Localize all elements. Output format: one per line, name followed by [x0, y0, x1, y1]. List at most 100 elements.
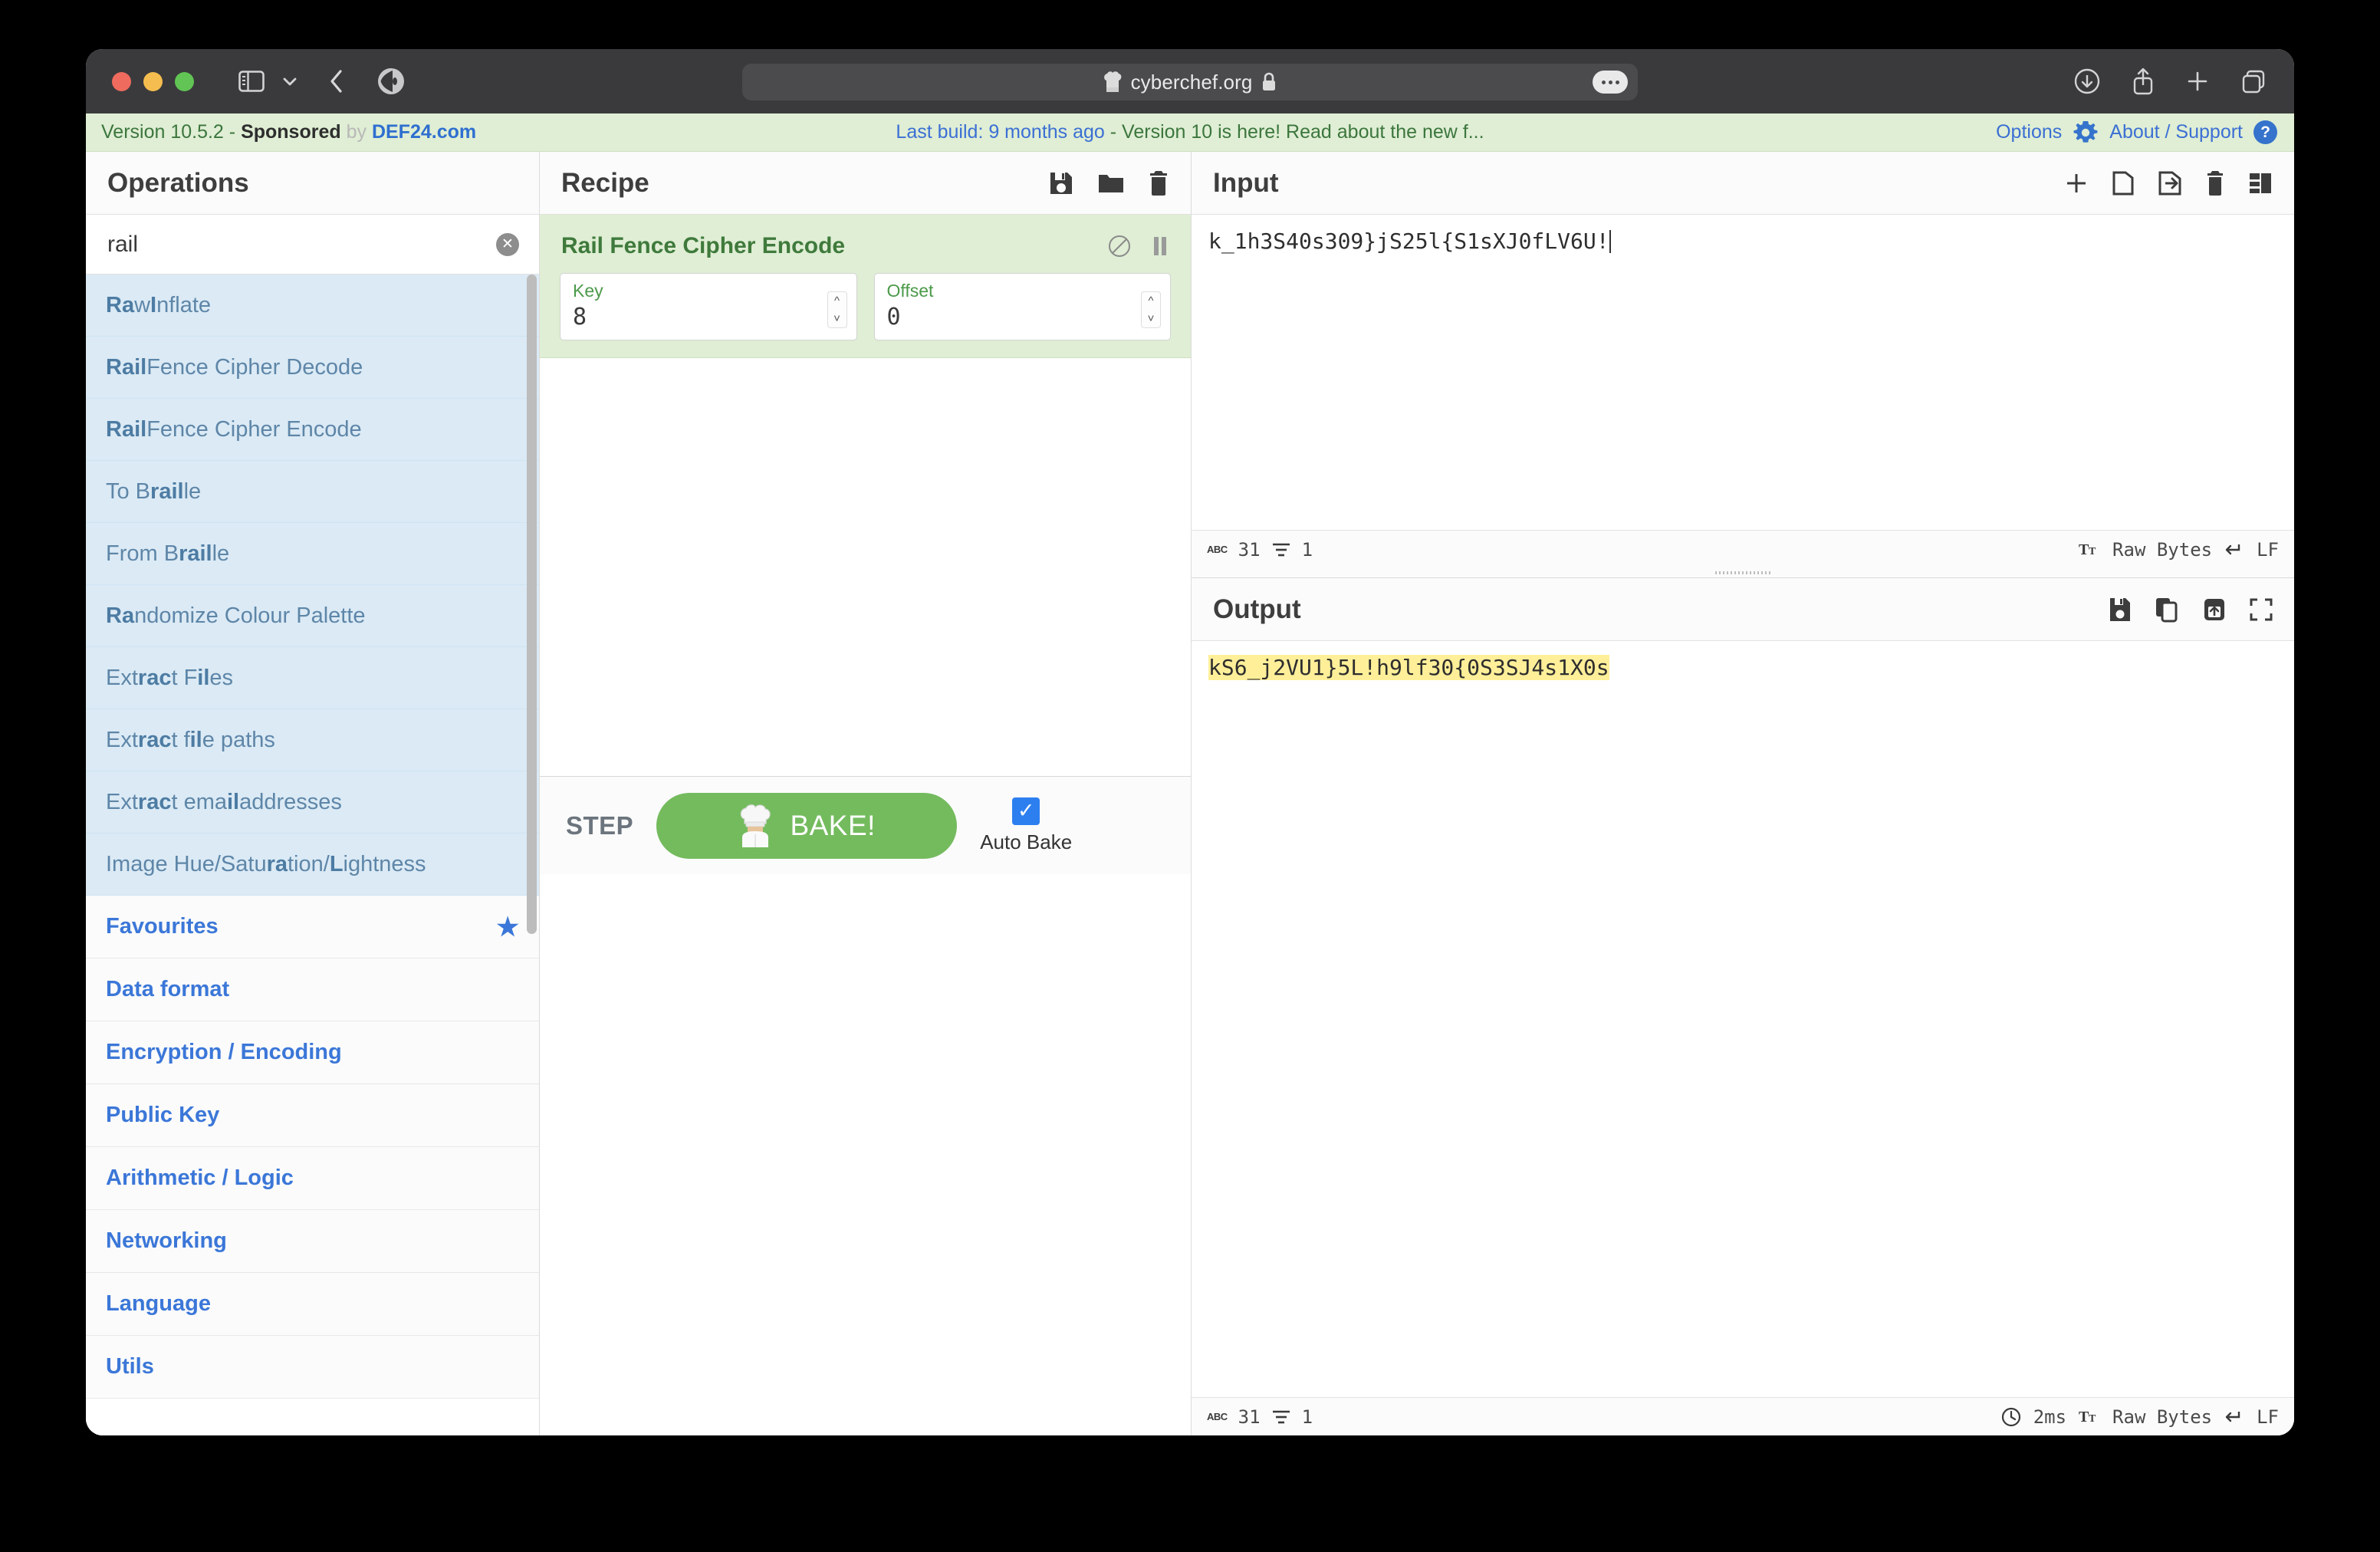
open-folder-icon[interactable]: [2112, 170, 2135, 196]
operation-result-item[interactable]: Rail Fence Cipher Encode: [86, 399, 539, 461]
operation-result-item[interactable]: To Brail le: [86, 461, 539, 523]
recipe-toolbar: [1048, 170, 1191, 196]
chef-icon: [738, 804, 773, 848]
new-tab-icon[interactable]: [2185, 69, 2210, 94]
clear-search-icon[interactable]: ✕: [496, 232, 519, 256]
argument-key[interactable]: Key 8 ^ ˅: [560, 273, 857, 340]
output-encoding-label[interactable]: Raw Bytes: [2112, 1406, 2212, 1428]
character-encoding-icon[interactable]: TT: [2079, 541, 2100, 559]
clear-recipe-trash-icon[interactable]: [1148, 170, 1169, 196]
input-textarea[interactable]: k_1h3S40s309}jS25l{S1sXJ0fLV6U!: [1192, 215, 2294, 530]
share-icon[interactable]: [2132, 67, 2155, 96]
category-item-data-format[interactable]: Data format: [86, 958, 539, 1021]
about-support-button-label[interactable]: About / Support: [2109, 121, 2243, 143]
last-build-link[interactable]: Last build: 9 months ago: [896, 121, 1104, 143]
category-item-favourites[interactable]: Favourites ★: [86, 896, 539, 958]
argument-value[interactable]: 8: [573, 304, 846, 330]
add-input-tab-icon[interactable]: [2064, 171, 2089, 196]
sponsor-link[interactable]: DEF24.com: [372, 121, 476, 143]
category-item-utils[interactable]: Utils: [86, 1336, 539, 1399]
build-notice-text[interactable]: - Version 10 is here! Read about the new…: [1105, 121, 1484, 143]
output-panel-title: Output: [1192, 578, 2294, 641]
input-tabs-layout-icon[interactable]: [2248, 172, 2273, 195]
replace-input-with-output-icon[interactable]: [2202, 597, 2227, 623]
output-textarea[interactable]: kS6_j2VU1}5L!h9lf30{0S3SJ4s1X0s: [1192, 641, 2294, 1397]
downloads-icon[interactable]: [2073, 67, 2101, 95]
operations-scrollbar[interactable]: [527, 275, 537, 934]
category-item-language[interactable]: Language: [86, 1273, 539, 1336]
banner-version: Version 10.5.2 - Sponsored by DEF24.com: [101, 121, 476, 143]
operation-result-item[interactable]: From Brail le: [86, 523, 539, 585]
disable-operation-icon[interactable]: [1108, 235, 1131, 258]
output-line-ending-label[interactable]: LF: [2257, 1406, 2279, 1428]
zoom-window-button[interactable]: [175, 71, 194, 91]
match-highlight: rac: [137, 665, 172, 690]
operation-label-part: le: [183, 478, 202, 504]
chevron-down-icon[interactable]: [281, 75, 298, 87]
auto-bake-checkbox[interactable]: ✓: [1012, 797, 1040, 825]
step-button[interactable]: STEP: [566, 811, 633, 840]
recipe-operation-arguments: Key 8 ^ ˅ Offset 0 ^ ˅: [540, 265, 1191, 340]
address-bar-menu-button[interactable]: [1593, 71, 1628, 94]
recipe-operation-card[interactable]: Rail Fence Cipher Encode Key 8 ^ ˅ Offse…: [540, 215, 1191, 358]
io-splitter[interactable]: [1192, 568, 2294, 577]
category-item-encryption-encoding[interactable]: Encryption / Encoding: [86, 1021, 539, 1084]
stepper-down-icon[interactable]: ˅: [1148, 313, 1155, 324]
argument-value[interactable]: 0: [887, 304, 1160, 330]
search-input[interactable]: [106, 230, 519, 258]
operation-label-part: Fence Cipher Encode: [146, 416, 362, 442]
open-folder-as-input-icon[interactable]: [2158, 170, 2182, 196]
gear-icon[interactable]: [2073, 120, 2099, 146]
input-encoding-label[interactable]: Raw Bytes: [2112, 539, 2212, 561]
operation-label-part: ightness: [343, 851, 426, 876]
address-bar[interactable]: cyberchef.org: [742, 64, 1638, 100]
back-icon[interactable]: [327, 68, 346, 94]
output-character-count: 31: [1238, 1406, 1261, 1428]
minimize-window-button[interactable]: [143, 71, 163, 91]
operation-result-item[interactable]: Ext rac t f il e paths: [86, 709, 539, 771]
stepper-up-icon[interactable]: ^: [834, 295, 840, 307]
bake-button[interactable]: BAKE!: [656, 792, 958, 859]
recipe-panel-title: Recipe: [540, 152, 1191, 215]
maximize-output-icon[interactable]: [2250, 598, 2273, 621]
stepper-down-icon[interactable]: ˅: [833, 313, 840, 324]
load-recipe-folder-icon[interactable]: [1097, 172, 1125, 195]
category-item-networking[interactable]: Networking: [86, 1210, 539, 1273]
operation-result-item[interactable]: Ext rac t ema il addresses: [86, 771, 539, 834]
operation-result-item[interactable]: Image Hue/Satu ra tion/Lightness: [86, 834, 539, 896]
character-encoding-icon[interactable]: TT: [2079, 1408, 2100, 1426]
key-stepper[interactable]: ^ ˅: [827, 291, 847, 328]
close-window-button[interactable]: [112, 71, 131, 91]
copy-output-icon[interactable]: [2155, 597, 2179, 623]
sidebar-toggle-icon[interactable]: [238, 71, 265, 92]
match-highlight: rac: [137, 727, 172, 752]
operation-result-item[interactable]: Ra w Inflate: [86, 275, 539, 337]
stepper-up-icon[interactable]: ^: [1148, 295, 1153, 307]
reader-view-icon[interactable]: [376, 67, 406, 96]
output-toolbar: [2109, 597, 2294, 623]
save-output-icon[interactable]: [2109, 597, 2132, 623]
operation-result-item[interactable]: Ext rac t Fil es: [86, 647, 539, 709]
save-recipe-icon[interactable]: [1048, 170, 1074, 196]
operation-result-item[interactable]: Rail Fence Cipher Decode: [86, 337, 539, 399]
breakpoint-pause-icon[interactable]: [1151, 235, 1169, 258]
tab-overview-icon[interactable]: [2240, 68, 2267, 94]
text-caret: [1609, 230, 1611, 253]
banner-build-notice: Last build: 9 months ago - Version 10 is…: [896, 121, 1484, 143]
operation-result-item[interactable]: Ra ndomize Colour Palette: [86, 585, 539, 647]
category-item-arithmetic-logic[interactable]: Arithmetic / Logic: [86, 1147, 539, 1210]
offset-stepper[interactable]: ^ ˅: [1141, 291, 1161, 328]
auto-bake-control[interactable]: ✓ Auto Bake: [980, 797, 1072, 854]
input-line-ending-label[interactable]: LF: [2257, 539, 2279, 561]
input-line-count: 1: [1301, 538, 1313, 561]
options-button-label[interactable]: Options: [1996, 121, 2062, 143]
line-ending-icon[interactable]: [2224, 1409, 2244, 1425]
lock-icon: [1261, 72, 1277, 92]
category-item-public-key[interactable]: Public Key: [86, 1084, 539, 1147]
clear-input-trash-icon[interactable]: [2205, 170, 2225, 196]
category-label: Favourites: [106, 914, 219, 939]
line-ending-icon[interactable]: [2224, 541, 2244, 558]
help-icon[interactable]: ?: [2253, 120, 2277, 144]
version-text: Version 10.5.2: [101, 121, 224, 143]
argument-offset[interactable]: Offset 0 ^ ˅: [873, 273, 1171, 340]
